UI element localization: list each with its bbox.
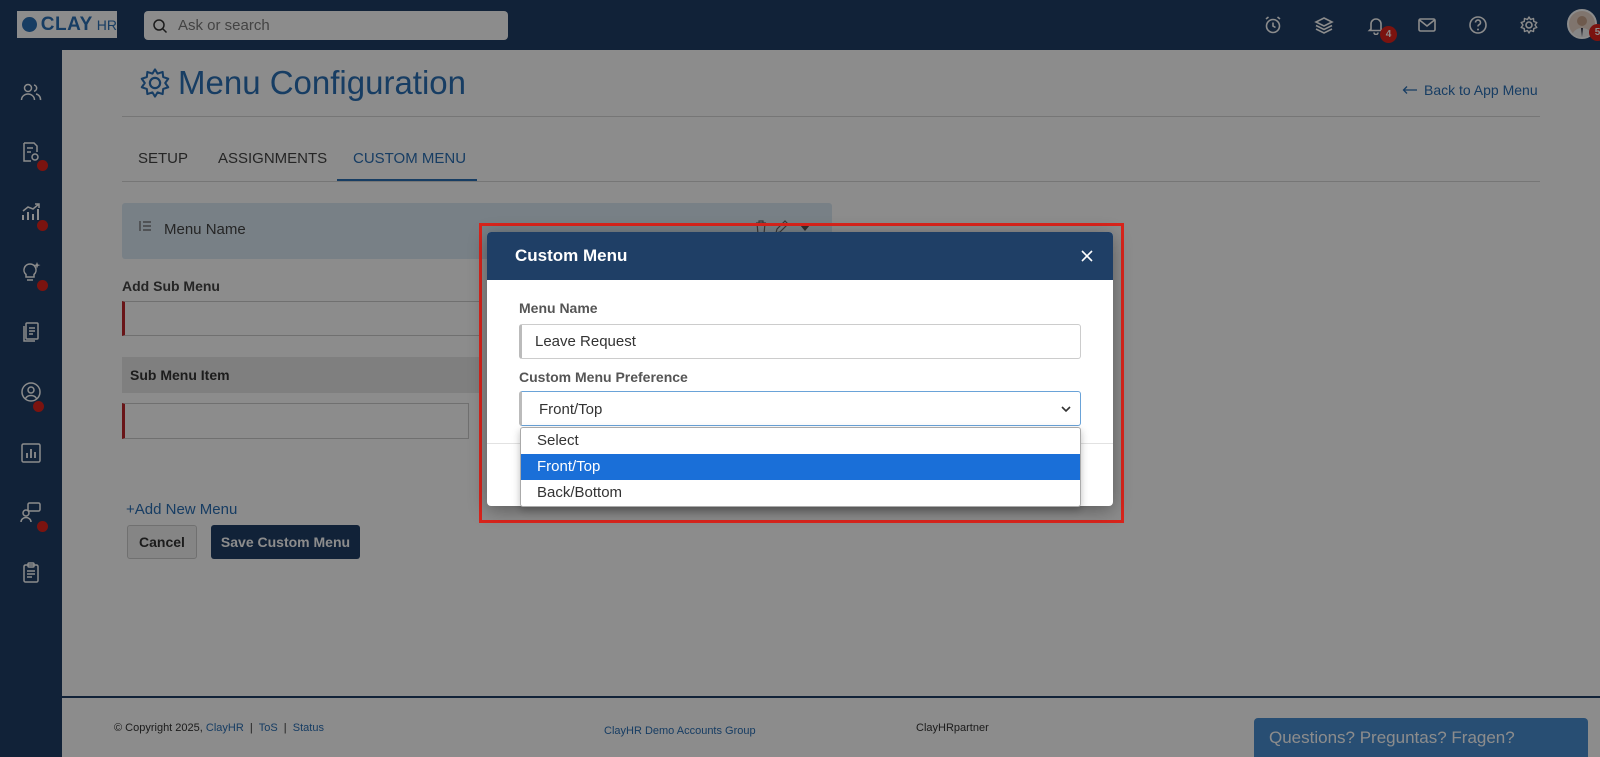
modal-title: Custom Menu (515, 246, 628, 265)
custom-menu-preference-label: Custom Menu Preference (519, 369, 688, 385)
option-select[interactable]: Select (521, 428, 1080, 454)
menu-name-label: Menu Name (519, 300, 598, 316)
close-icon[interactable] (1079, 248, 1095, 264)
selected-preference: Front/Top (539, 401, 603, 418)
preference-dropdown-list: Select Front/Top Back/Bottom (520, 427, 1081, 507)
modal-header: Custom Menu (487, 232, 1113, 280)
option-front-top[interactable]: Front/Top (521, 454, 1080, 480)
custom-menu-preference-select[interactable]: Front/Top (519, 391, 1081, 426)
chevron-down-icon (1061, 406, 1071, 413)
menu-name-input[interactable] (519, 324, 1081, 359)
option-back-bottom[interactable]: Back/Bottom (521, 480, 1080, 506)
